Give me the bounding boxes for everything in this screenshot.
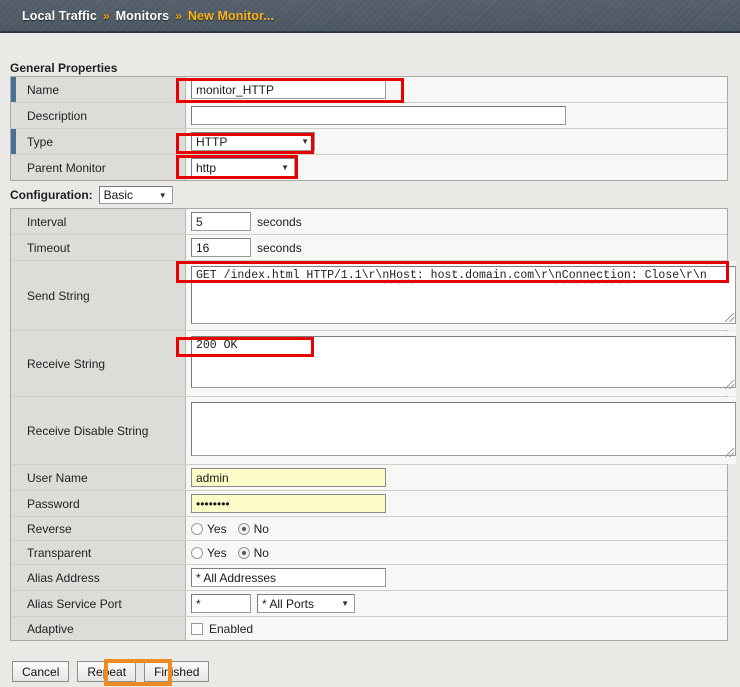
interval-unit: seconds bbox=[257, 214, 302, 229]
breadcrumb-item-local-traffic[interactable]: Local Traffic bbox=[22, 9, 97, 23]
configuration-mode-row: Configuration: Basic ▼ bbox=[10, 186, 173, 204]
type-select[interactable]: HTTP ▼ bbox=[191, 132, 315, 151]
label-type: Type bbox=[11, 129, 186, 154]
parent-monitor-select-value: http bbox=[196, 160, 217, 175]
row-alias-service-port: Alias Service Port * All Ports ▼ bbox=[11, 591, 727, 617]
reverse-yes-label: Yes bbox=[207, 521, 227, 536]
general-properties-title: General Properties bbox=[10, 61, 118, 75]
repeat-button[interactable]: Repeat bbox=[77, 661, 137, 682]
configuration-table: Interval seconds Timeout seconds Send St… bbox=[10, 208, 736, 641]
radio-selected-icon bbox=[237, 522, 250, 535]
transparent-radio-yes[interactable]: Yes bbox=[191, 546, 227, 560]
label-alias-service-port: Alias Service Port bbox=[11, 591, 186, 616]
type-select-value: HTTP bbox=[196, 134, 228, 149]
send-string-part-connection: nConnection bbox=[554, 269, 631, 282]
row-send-string: Send String GET /index.html HTTP/1.1\r\n… bbox=[11, 261, 736, 331]
configuration-label: Configuration: bbox=[10, 188, 93, 202]
breadcrumb-separator-icon: » bbox=[102, 8, 110, 23]
chevron-down-icon: ▼ bbox=[301, 137, 309, 146]
adaptive-enabled-label: Enabled bbox=[209, 621, 254, 636]
receive-string-textarea[interactable]: 200 OK bbox=[191, 336, 736, 388]
label-parent-monitor: Parent Monitor bbox=[11, 155, 186, 180]
row-password: Password bbox=[11, 491, 727, 517]
adaptive-checkbox-group[interactable]: Enabled bbox=[191, 622, 253, 636]
breadcrumb-header: Local Traffic » Monitors » New Monitor..… bbox=[0, 0, 740, 33]
radio-unselected-icon bbox=[191, 522, 203, 535]
form-action-buttons: Cancel Repeat Finished bbox=[12, 661, 210, 682]
transparent-yes-label: Yes bbox=[207, 545, 227, 560]
chevron-down-icon: ▼ bbox=[158, 190, 167, 200]
send-string-textarea[interactable]: GET /index.html HTTP/1.1\r\nHost: host.d… bbox=[191, 266, 736, 324]
label-adaptive: Adaptive bbox=[11, 617, 186, 640]
label-transparent: Transparent bbox=[11, 541, 186, 564]
label-description: Description bbox=[11, 103, 186, 128]
label-password: Password bbox=[11, 491, 186, 516]
transparent-radio-no[interactable]: No bbox=[237, 545, 269, 560]
alias-address-input[interactable] bbox=[191, 568, 386, 587]
breadcrumb-separator-icon: » bbox=[175, 8, 182, 23]
row-receive-string: Receive String 200 OK bbox=[11, 331, 736, 397]
breadcrumb-item-monitors[interactable]: Monitors bbox=[116, 9, 170, 23]
reverse-radio-group: Yes No bbox=[191, 522, 275, 536]
row-description: Description bbox=[11, 103, 727, 129]
checkbox-unchecked-icon bbox=[191, 622, 203, 635]
row-type: Type HTTP ▼ bbox=[11, 129, 727, 155]
row-parent-monitor: Parent Monitor http ▼ bbox=[11, 155, 727, 181]
reverse-radio-no[interactable]: No bbox=[237, 521, 269, 536]
label-alias-address: Alias Address bbox=[11, 565, 186, 590]
transparent-no-label: No bbox=[253, 545, 269, 560]
label-send-string: Send String bbox=[11, 261, 186, 330]
timeout-input[interactable] bbox=[191, 238, 251, 257]
label-timeout: Timeout bbox=[11, 235, 186, 260]
row-reverse: Reverse Yes No bbox=[11, 517, 727, 541]
chevron-down-icon: ▼ bbox=[341, 599, 349, 608]
send-string-part-suffix: : Close\r\n bbox=[630, 269, 707, 282]
label-receive-string: Receive String bbox=[11, 331, 186, 396]
label-reverse: Reverse bbox=[11, 517, 186, 540]
label-name: Name bbox=[11, 77, 186, 102]
radio-selected-icon bbox=[237, 546, 250, 559]
alias-service-port-select-value: * All Ports bbox=[262, 596, 315, 611]
configuration-mode-select[interactable]: Basic ▼ bbox=[98, 186, 173, 204]
radio-unselected-icon bbox=[191, 546, 203, 559]
row-user-name: User Name bbox=[11, 465, 727, 491]
reverse-radio-yes[interactable]: Yes bbox=[191, 522, 227, 536]
row-interval: Interval seconds bbox=[11, 209, 727, 235]
chevron-down-icon: ▼ bbox=[281, 163, 289, 172]
alias-service-port-input[interactable] bbox=[191, 594, 251, 613]
interval-input[interactable] bbox=[191, 212, 251, 231]
label-interval: Interval bbox=[11, 209, 186, 234]
send-string-part-mid: : host.domain.com\r\ bbox=[416, 269, 555, 282]
general-properties-table: Name Description Type HTTP ▼ Parent Moni… bbox=[10, 76, 728, 181]
name-input[interactable] bbox=[191, 80, 386, 99]
transparent-radio-group: Yes No bbox=[191, 546, 275, 560]
row-transparent: Transparent Yes No bbox=[11, 541, 727, 565]
password-input[interactable] bbox=[191, 494, 386, 513]
row-name: Name bbox=[11, 77, 727, 103]
receive-disable-string-textarea[interactable] bbox=[191, 402, 736, 456]
send-string-part-host: nHost bbox=[382, 269, 417, 282]
user-name-input[interactable] bbox=[191, 468, 386, 487]
cancel-button[interactable]: Cancel bbox=[12, 661, 70, 682]
row-alias-address: Alias Address bbox=[11, 565, 727, 591]
description-input[interactable] bbox=[191, 106, 566, 125]
row-adaptive: Adaptive Enabled bbox=[11, 617, 727, 641]
configuration-mode-value: Basic bbox=[103, 188, 133, 202]
timeout-unit: seconds bbox=[257, 240, 302, 255]
send-string-part-prefix: GET /index.html HTTP/1.1\r\ bbox=[196, 269, 383, 282]
row-receive-disable-string: Receive Disable String bbox=[11, 397, 736, 465]
alias-service-port-select[interactable]: * All Ports ▼ bbox=[257, 594, 355, 613]
finished-button[interactable]: Finished bbox=[144, 661, 210, 682]
parent-monitor-select[interactable]: http ▼ bbox=[191, 158, 295, 177]
label-receive-disable-string: Receive Disable String bbox=[11, 397, 186, 464]
breadcrumb-item-new-monitor: New Monitor... bbox=[187, 8, 275, 23]
label-user-name: User Name bbox=[11, 465, 186, 490]
row-timeout: Timeout seconds bbox=[11, 235, 727, 261]
reverse-no-label: No bbox=[253, 521, 269, 536]
